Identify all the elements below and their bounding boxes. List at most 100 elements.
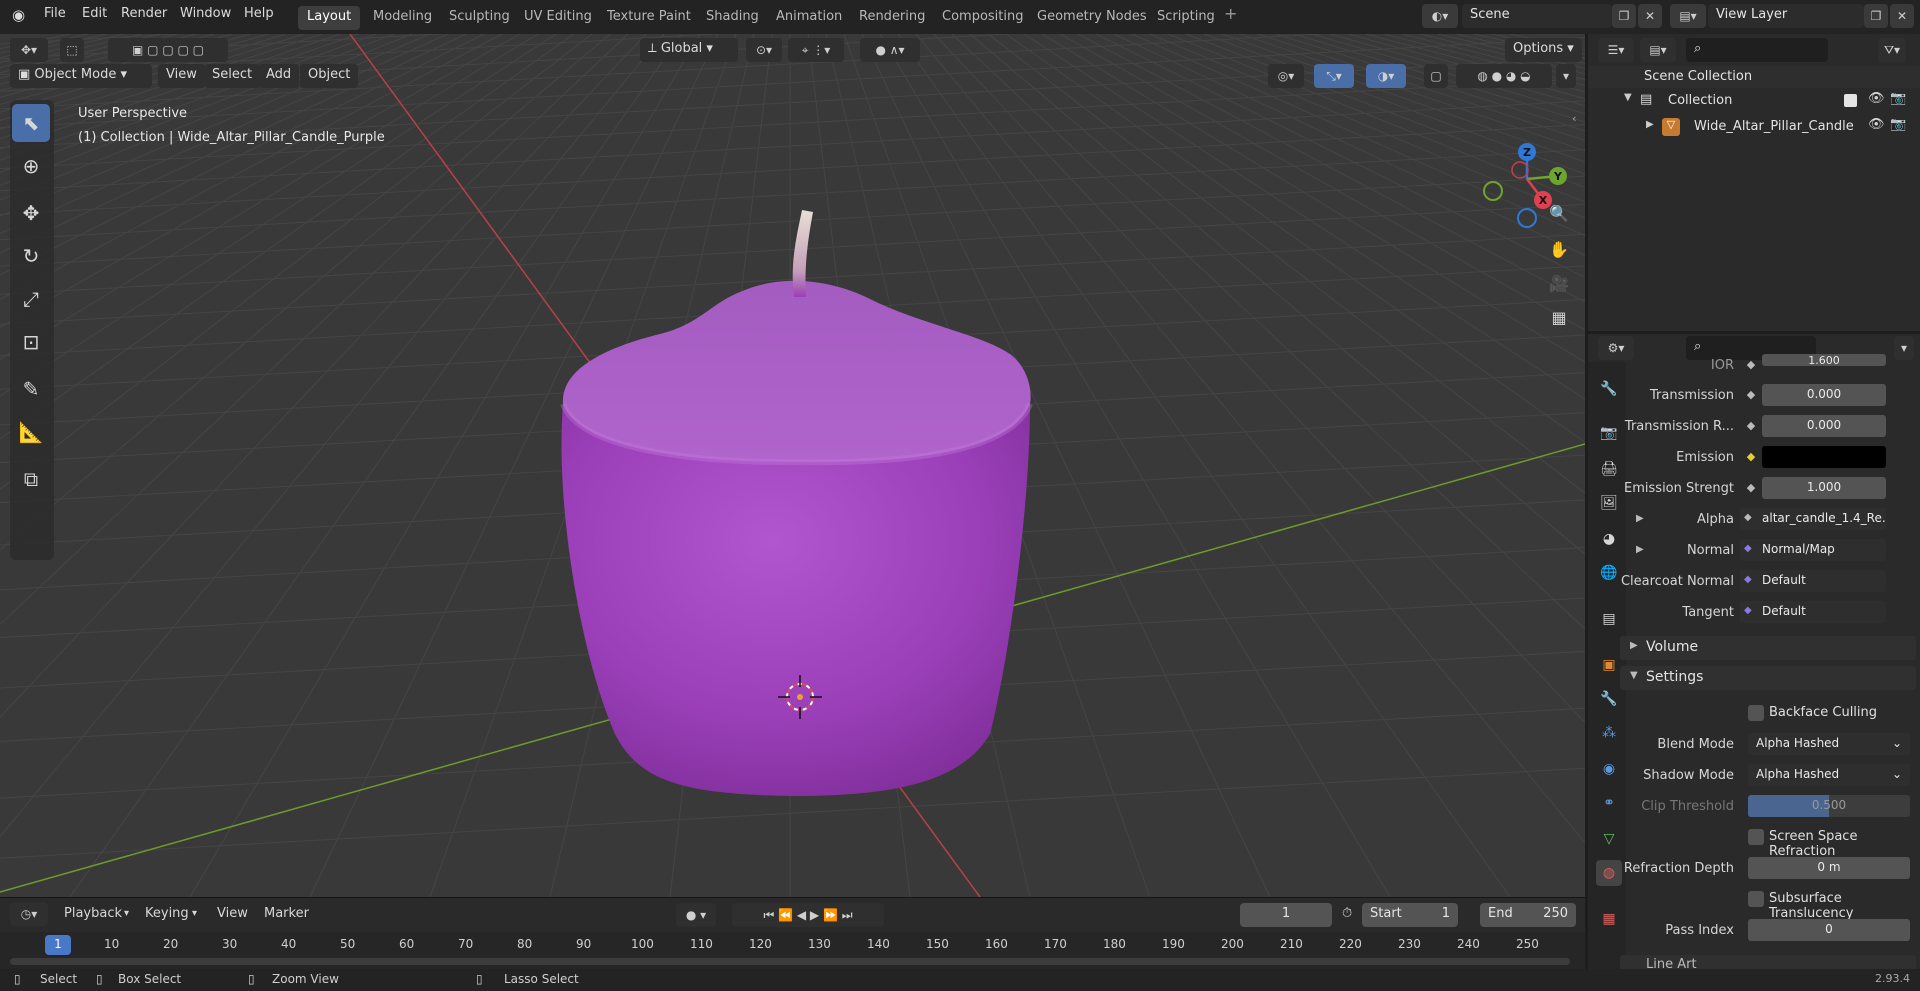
tool-tab-icon[interactable]: 🔧 <box>1596 376 1622 402</box>
menu-select[interactable]: Select <box>204 64 261 88</box>
tab-geometry-nodes[interactable]: Geometry Nodes <box>1028 6 1156 30</box>
material-tab-icon[interactable]: ◍ <box>1596 860 1622 886</box>
constraints-tab-icon[interactable]: ⚭ <box>1596 790 1622 816</box>
outliner-search-input[interactable]: ⌕ <box>1686 38 1828 62</box>
refraction-depth-value[interactable]: 0 m <box>1748 857 1910 879</box>
keyframe-dot-icon[interactable]: ◆ <box>1744 477 1758 499</box>
delete-scene-icon[interactable]: ✕ <box>1638 4 1662 28</box>
visibility-icon[interactable]: ◎▾ <box>1268 64 1304 88</box>
sidebar-toggle-icon[interactable]: ‹ <box>1572 112 1576 125</box>
view-layer-browse-icon[interactable]: ▤▾ <box>1670 4 1706 28</box>
volume-section-header[interactable]: ▶ Volume <box>1620 636 1916 660</box>
annotate-tool-icon[interactable]: ✎ <box>12 370 50 408</box>
tab-shading[interactable]: Shading <box>697 6 768 30</box>
subsurface-translucency-checkbox[interactable] <box>1748 891 1764 907</box>
new-scene-icon[interactable]: ❐ <box>1612 4 1636 28</box>
current-frame-field[interactable]: 1 <box>1240 903 1332 927</box>
pan-hand-icon[interactable]: ✋ <box>1544 234 1574 264</box>
timeline-menu-view[interactable]: View <box>217 906 248 921</box>
select-box-tool-icon[interactable]: ⬉ <box>12 104 50 142</box>
scene-tab-icon[interactable]: ◕ <box>1596 526 1622 552</box>
auto-keying-icon[interactable]: ● ▾ <box>676 903 716 927</box>
pass-index-value[interactable]: 0 <box>1748 919 1910 941</box>
settings-section-header[interactable]: ▼ Settings <box>1620 666 1916 690</box>
eye-icon[interactable]: 👁 <box>1868 91 1885 106</box>
filter-icon[interactable]: ⛛▾ <box>1878 38 1906 62</box>
new-view-layer-icon[interactable]: ❐ <box>1864 4 1888 28</box>
add-workspace-icon[interactable]: + <box>1224 4 1237 23</box>
menu-render[interactable]: Render <box>121 6 167 21</box>
snapping-icon[interactable]: ⌖ ⋮▾ <box>788 38 844 62</box>
zoom-icon[interactable]: 🔍 <box>1544 198 1574 228</box>
menu-file[interactable]: File <box>44 6 66 21</box>
end-frame-field[interactable]: End 250 <box>1480 903 1576 927</box>
object-tab-icon[interactable]: ▣ <box>1596 652 1622 678</box>
prop-tangent-link[interactable]: Default <box>1740 601 1886 623</box>
move-tool-icon[interactable]: ✥ <box>12 194 50 232</box>
shading-mode-icons[interactable]: ◍ ● ◕ ◒ <box>1456 64 1552 88</box>
physics-tab-icon[interactable]: ◉ <box>1596 756 1622 782</box>
keyframe-dot-icon[interactable]: ◆ <box>1744 384 1758 406</box>
world-tab-icon[interactable]: 🌐 <box>1596 560 1622 586</box>
timeline-menu-marker[interactable]: Marker <box>264 906 309 921</box>
pivot-point-icon[interactable]: ⊙▾ <box>746 38 782 62</box>
menu-add[interactable]: Add <box>258 64 300 88</box>
cursor-tool-icon[interactable]: ⊕ <box>12 147 50 185</box>
tab-texture-paint[interactable]: Texture Paint <box>598 6 700 30</box>
tab-scripting[interactable]: Scripting <box>1148 6 1224 30</box>
selection-mode-icons[interactable]: ▣ ▢ ▢ ▢ ▢ <box>108 38 228 62</box>
stopwatch-icon[interactable]: ⏱ <box>1342 906 1352 921</box>
viewport-scene[interactable]: Z Y X <box>0 34 1585 897</box>
render-tab-icon[interactable]: 📷 <box>1596 420 1622 446</box>
prop-normal-link[interactable]: Normal/Map <box>1740 539 1886 561</box>
camera-render-icon[interactable]: 📷 <box>1890 91 1906 106</box>
delete-view-layer-icon[interactable]: ✕ <box>1890 4 1914 28</box>
shadow-mode-dropdown[interactable]: Alpha Hashed ⌄ <box>1748 764 1910 786</box>
tab-uv-editing[interactable]: UV Editing <box>515 6 601 30</box>
modifier-tab-icon[interactable]: 🔧 <box>1596 686 1622 712</box>
expand-chevron-icon[interactable]: ▶ <box>1636 513 1644 524</box>
color-socket-icon[interactable]: ◆ <box>1744 446 1758 468</box>
line-art-section-header[interactable]: Line Art <box>1620 955 1916 969</box>
mode-dropdown[interactable]: ▣ Object Mode ▾ <box>10 64 152 88</box>
tab-rendering[interactable]: Rendering <box>850 6 934 30</box>
collection-tab-icon[interactable]: ▤ <box>1596 606 1622 632</box>
data-tab-icon[interactable]: ▽ <box>1596 826 1622 852</box>
tab-compositing[interactable]: Compositing <box>933 6 1033 30</box>
menu-object[interactable]: Object <box>300 64 359 88</box>
outliner-editor-type-icon[interactable]: ☰▾ <box>1598 38 1634 62</box>
tab-layout[interactable]: Layout <box>298 6 361 30</box>
menu-window[interactable]: Window <box>180 6 231 21</box>
prop-ior-value[interactable]: 1.600 <box>1762 354 1886 366</box>
xray-toggle-icon[interactable]: ▢ <box>1424 64 1448 88</box>
tab-animation[interactable]: Animation <box>767 6 851 30</box>
playhead[interactable]: 1 <box>45 935 71 955</box>
properties-options-icon[interactable]: ▾ <box>1894 336 1914 360</box>
gizmo-toggle-icon[interactable]: ⤡▾ <box>1314 64 1354 88</box>
expand-chevron-icon[interactable]: ▼ <box>1624 92 1632 103</box>
screen-space-refraction-checkbox[interactable] <box>1748 829 1764 845</box>
outliner-row-object[interactable]: ▶ ▽ Wide_Altar_Pillar_Candle 👁 📷 <box>1588 116 1920 138</box>
clip-threshold-slider[interactable]: 0.500 <box>1748 795 1910 817</box>
add-cube-tool-icon[interactable]: ⧉ <box>12 460 50 498</box>
rotate-tool-icon[interactable]: ↻ <box>12 237 50 275</box>
menu-view[interactable]: View <box>158 64 205 88</box>
timeline-menu-playback[interactable]: Playback <box>64 906 122 921</box>
prop-transmission-roughness-value[interactable]: 0.000 <box>1762 415 1886 437</box>
keyframe-dot-icon[interactable]: ◆ <box>1744 415 1758 437</box>
prop-clearcoat-normal-link[interactable]: Default <box>1740 570 1886 592</box>
transform-orientation-dropdown[interactable]: ⟂ Global ▾ <box>640 38 738 62</box>
backface-culling-checkbox[interactable] <box>1748 705 1764 721</box>
output-tab-icon[interactable]: 🖨 <box>1596 456 1622 482</box>
include-checkbox[interactable] <box>1844 94 1857 107</box>
scene-name-field[interactable]: Scene <box>1462 4 1612 28</box>
timeline-menu-keying[interactable]: Keying <box>145 906 189 921</box>
prop-emission-strength-value[interactable]: 1.000 <box>1762 477 1886 499</box>
measure-tool-icon[interactable]: 📐 <box>12 413 50 451</box>
timeline-editor-type-icon[interactable]: ◷▾ <box>10 902 48 926</box>
prop-alpha-link[interactable]: altar_candle_1.4_Re... <box>1740 508 1886 530</box>
view-layer-tab-icon[interactable]: 🖼 <box>1596 490 1622 516</box>
scale-tool-icon[interactable]: ⤢ <box>12 280 50 318</box>
expand-chevron-icon[interactable]: ▶ <box>1646 119 1654 130</box>
expand-chevron-icon[interactable]: ▶ <box>1636 544 1644 555</box>
